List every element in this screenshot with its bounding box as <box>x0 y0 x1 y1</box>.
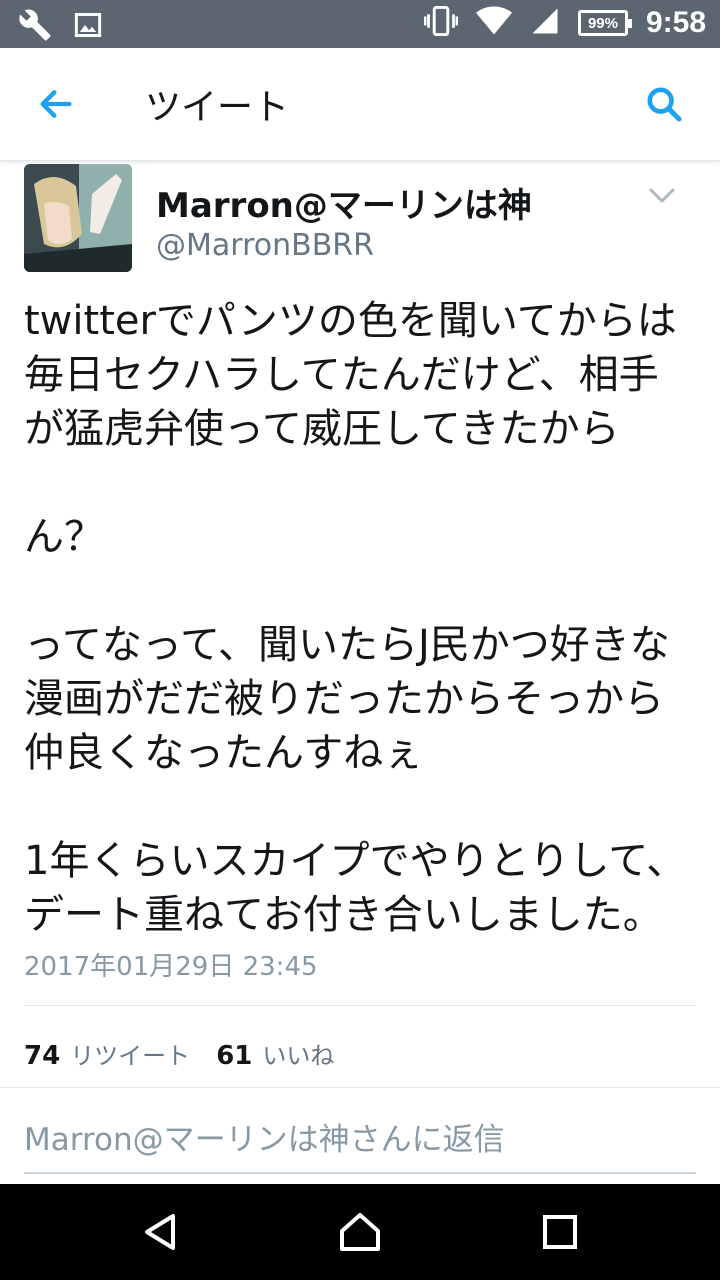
like-count: 61 <box>216 1041 253 1071</box>
status-bar: 99% 9:58 <box>0 0 720 48</box>
search-button[interactable] <box>638 78 690 130</box>
like-stat[interactable]: 61 いいね <box>216 1036 334 1071</box>
page-title: ツイート <box>145 87 290 128</box>
tweet-text: twitterでパンツの色を聞いてからは 毎日セクハラしてたんだけど、相手 が猛… <box>24 298 687 938</box>
tweet-stats: 74 リツイート 61 いいね <box>24 1036 334 1071</box>
tweet-menu-button[interactable] <box>646 180 678 212</box>
home-icon <box>340 1213 380 1251</box>
reply-input[interactable]: Marron@マーリンは神さんに返信 <box>24 1114 696 1174</box>
avatar[interactable] <box>24 164 132 272</box>
system-nav-bar <box>0 1184 720 1280</box>
battery-level: 99% <box>587 14 618 32</box>
search-icon <box>647 87 682 122</box>
divider <box>0 1087 720 1088</box>
chevron-down-icon <box>649 188 675 203</box>
wifi-icon <box>475 6 512 40</box>
author-name[interactable]: Marron@マーリンは神 <box>156 178 532 227</box>
back-triangle-icon <box>145 1214 175 1250</box>
divider <box>24 1005 696 1006</box>
status-bar-left <box>18 8 102 46</box>
signal-icon <box>530 6 560 40</box>
vibrate-icon <box>423 5 459 40</box>
retweet-count: 74 <box>24 1041 61 1071</box>
nav-recents-button[interactable] <box>536 1208 584 1256</box>
wrench-icon <box>18 8 52 46</box>
status-time: 9:58 <box>645 6 706 39</box>
nav-home-button[interactable] <box>336 1208 384 1256</box>
retweet-label: リツイート <box>70 1042 191 1070</box>
tweet-timestamp: 2017年01月29日 23:45 <box>24 952 318 982</box>
app-bar: ツイート <box>0 48 720 161</box>
back-arrow-icon <box>40 90 72 118</box>
battery-icon: 99% <box>577 10 632 36</box>
like-label: いいね <box>262 1042 335 1070</box>
back-button[interactable] <box>30 78 82 130</box>
status-bar-right: 99% 9:58 <box>423 5 706 40</box>
nav-back-button[interactable] <box>136 1208 184 1256</box>
reply-placeholder: Marron@マーリンは神さんに返信 <box>24 1122 505 1158</box>
image-icon <box>74 11 102 43</box>
author-handle[interactable]: @MarronBBRR <box>156 228 374 263</box>
recents-icon <box>543 1215 577 1249</box>
retweet-stat[interactable]: 74 リツイート <box>24 1036 190 1071</box>
